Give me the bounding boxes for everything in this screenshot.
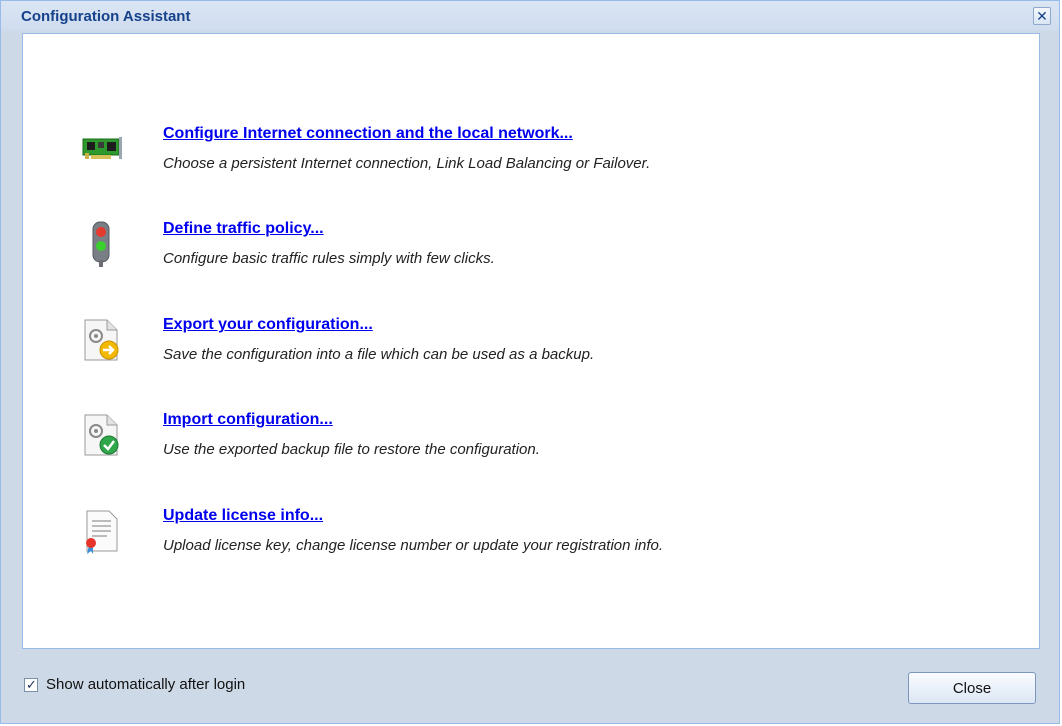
update-license-description: Upload license key, change license numbe… — [163, 537, 664, 554]
import-config-link[interactable]: Import configuration... — [163, 411, 333, 429]
export-config-icon — [84, 319, 119, 361]
item-traffic-policy: Define traffic policy... Configure basic… — [23, 220, 1023, 284]
configure-internet-link[interactable]: Configure Internet connection and the lo… — [163, 125, 573, 143]
license-certificate-icon — [86, 510, 118, 554]
network-card-icon — [82, 137, 122, 159]
show-automatically-checkbox[interactable]: ✓ — [24, 677, 38, 692]
close-icon[interactable]: ✕ — [1033, 7, 1051, 25]
close-button[interactable]: Close — [908, 672, 1036, 704]
item-import-config: Import configuration... Use the exported… — [23, 411, 1023, 475]
show-automatically-label: Show automatically after login — [46, 676, 246, 693]
traffic-policy-description: Configure basic traffic rules simply wit… — [163, 250, 495, 267]
traffic-policy-link[interactable]: Define traffic policy... — [163, 220, 324, 238]
assistant-body: Configure Internet connection and the lo… — [22, 33, 1040, 649]
title-bar: Configuration Assistant ✕ — [1, 1, 1059, 31]
configuration-assistant-dialog: Configuration Assistant ✕ Configure Inte… — [0, 0, 1060, 724]
item-update-license: Update license info... Upload license ke… — [23, 507, 1023, 571]
checkmark-icon: ✓ — [26, 677, 37, 692]
export-config-description: Save the configuration into a file which… — [163, 346, 595, 363]
traffic-light-icon — [92, 221, 110, 267]
configure-internet-description: Choose a persistent Internet connection,… — [163, 155, 651, 172]
export-config-link[interactable]: Export your configuration... — [163, 316, 373, 334]
import-config-icon — [84, 414, 119, 456]
close-button-label: Close — [952, 679, 992, 697]
item-export-config: Export your configuration... Save the co… — [23, 316, 1023, 380]
import-config-description: Use the exported backup file to restore … — [163, 441, 540, 458]
dialog-title: Configuration Assistant — [21, 8, 191, 25]
update-license-link[interactable]: Update license info... — [163, 507, 323, 525]
item-configure-internet: Configure Internet connection and the lo… — [23, 125, 1023, 189]
